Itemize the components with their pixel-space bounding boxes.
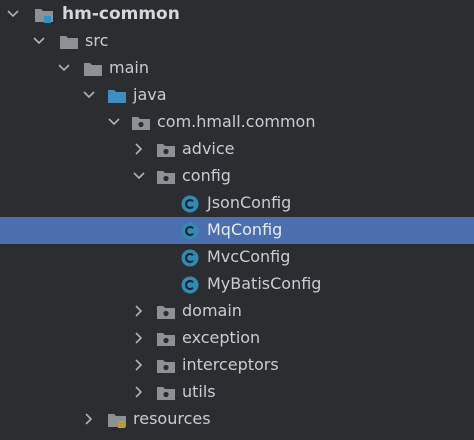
folder-icon: [59, 32, 79, 52]
chevron-right-icon[interactable]: [130, 329, 148, 347]
package-folder-icon: [156, 167, 176, 187]
tree-item-java[interactable]: java: [0, 82, 474, 109]
module-folder-icon: [34, 5, 54, 25]
chevron-right-icon[interactable]: [130, 140, 148, 158]
chevron-down-icon[interactable]: [4, 5, 22, 23]
tree-item-label: resources: [133, 409, 211, 428]
tree-item-main[interactable]: main: [0, 55, 474, 82]
tree-item-config[interactable]: config: [0, 163, 474, 190]
tree-item-label: utils: [182, 382, 216, 401]
tree-item-exception[interactable]: exception: [0, 325, 474, 352]
tree-item-label: exception: [182, 328, 261, 347]
class-icon: [180, 221, 200, 241]
tree-item-class[interactable]: MyBatisConfig: [0, 271, 474, 298]
package-folder-icon: [156, 140, 176, 160]
chevron-down-icon[interactable]: [80, 86, 98, 104]
chevron-right-icon[interactable]: [130, 302, 148, 320]
chevron-right-icon[interactable]: [80, 410, 98, 428]
tree-item-src[interactable]: src: [0, 28, 474, 55]
folder-icon: [83, 59, 103, 79]
chevron-down-icon[interactable]: [55, 59, 73, 77]
chevron-down-icon[interactable]: [105, 113, 123, 131]
tree-item-class-selected[interactable]: MqConfig: [0, 217, 474, 244]
class-icon: [180, 248, 200, 268]
tree-item-utils[interactable]: utils: [0, 379, 474, 406]
tree-item-hm-common[interactable]: hm-common: [0, 1, 474, 28]
tree-item-class[interactable]: JsonConfig: [0, 190, 474, 217]
tree-item-resources[interactable]: resources: [0, 406, 474, 433]
chevron-right-icon[interactable]: [130, 383, 148, 401]
source-root-folder-icon: [107, 86, 127, 106]
chevron-down-icon[interactable]: [130, 167, 148, 185]
tree-item-label: JsonConfig: [207, 193, 292, 212]
package-folder-icon: [131, 113, 151, 133]
tree-item-label: domain: [182, 301, 242, 320]
resources-folder-icon: [107, 410, 127, 430]
tree-item-label: advice: [182, 139, 235, 158]
package-folder-icon: [156, 302, 176, 322]
class-icon: [180, 275, 200, 295]
tree-item-label: java: [133, 85, 167, 104]
tree-item-label: hm-common: [62, 4, 180, 24]
tree-item-label: interceptors: [182, 355, 279, 374]
tree-item-label: src: [85, 31, 109, 50]
chevron-down-icon[interactable]: [30, 32, 48, 50]
tree-item-label: main: [109, 58, 149, 77]
project-tree: hm-common src main java com.hmall.common…: [0, 0, 474, 440]
tree-item-advice[interactable]: advice: [0, 136, 474, 163]
chevron-right-icon[interactable]: [130, 356, 148, 374]
package-folder-icon: [156, 356, 176, 376]
tree-item-domain[interactable]: domain: [0, 298, 474, 325]
tree-item-class[interactable]: MvcConfig: [0, 244, 474, 271]
tree-item-com-hmall-common[interactable]: com.hmall.common: [0, 109, 474, 136]
class-icon: [180, 194, 200, 214]
tree-item-label: MqConfig: [207, 220, 283, 239]
package-folder-icon: [156, 329, 176, 349]
tree-item-label: config: [182, 166, 231, 185]
tree-item-label: com.hmall.common: [157, 112, 316, 131]
package-folder-icon: [156, 383, 176, 403]
tree-item-label: MyBatisConfig: [207, 274, 322, 293]
tree-item-interceptors[interactable]: interceptors: [0, 352, 474, 379]
tree-item-label: MvcConfig: [207, 247, 291, 266]
